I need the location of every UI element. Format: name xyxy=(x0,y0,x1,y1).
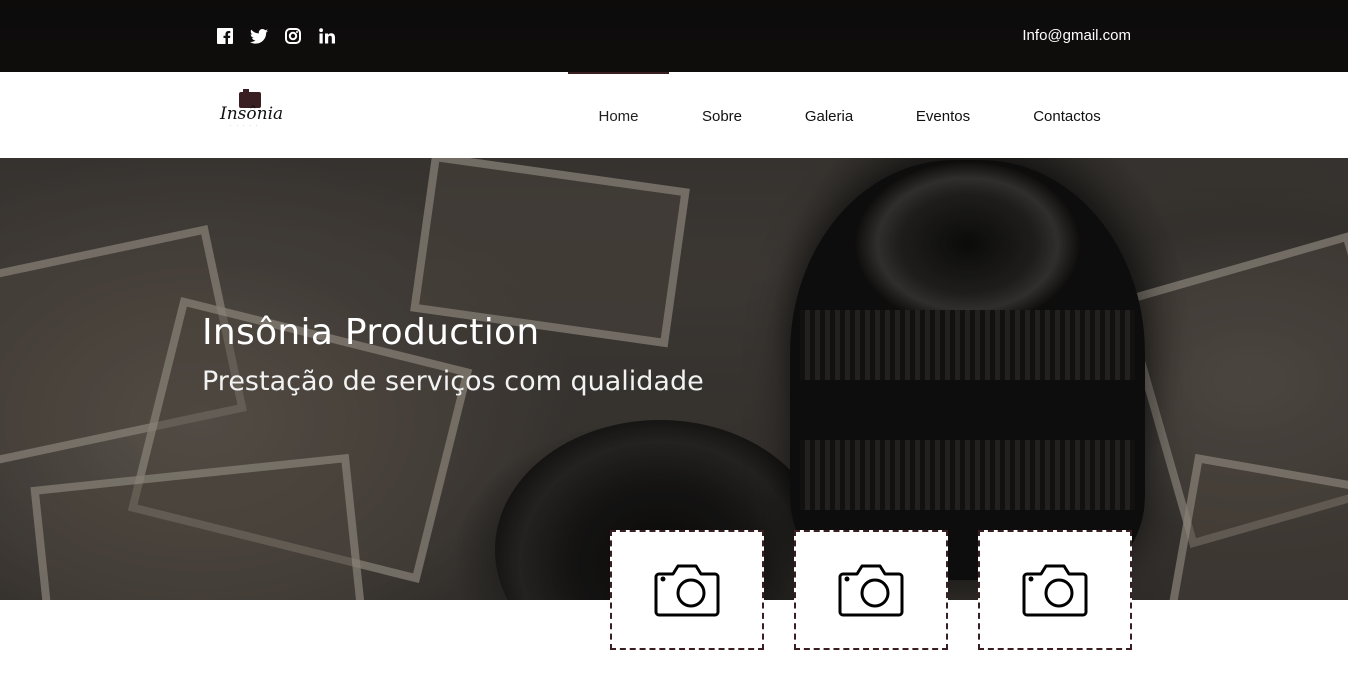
twitter-icon[interactable] xyxy=(250,27,268,45)
email-link[interactable]: Info@gmail.com xyxy=(1022,27,1131,44)
main-navbar: Insônia · · · · · Home Sobre Galeria Eve… xyxy=(0,72,1348,158)
facebook-icon[interactable] xyxy=(216,27,234,45)
camera-icon xyxy=(838,564,904,617)
nav-item-sobre[interactable]: Sobre xyxy=(669,72,775,158)
social-links xyxy=(216,27,336,45)
primary-nav: Home Sobre Galeria Eventos Contactos xyxy=(568,72,1131,158)
nav-item-galeria[interactable]: Galeria xyxy=(775,72,883,158)
linkedin-icon[interactable] xyxy=(318,27,336,45)
feature-boxes xyxy=(610,530,1132,650)
nav-item-contactos[interactable]: Contactos xyxy=(1003,72,1131,158)
logo-tagline-decoration: · · · · · xyxy=(230,123,260,128)
logo[interactable]: Insônia · · · · · xyxy=(218,89,288,130)
camera-icon xyxy=(654,564,720,617)
top-bar: Info@gmail.com xyxy=(0,0,1348,72)
camera-icon xyxy=(1022,564,1088,617)
feature-box[interactable] xyxy=(610,530,764,650)
hero-subtitle: Prestação de serviços com qualidade xyxy=(202,366,704,397)
logo-text: Insônia xyxy=(220,104,284,124)
feature-box[interactable] xyxy=(794,530,948,650)
nav-item-home[interactable]: Home xyxy=(568,72,669,158)
instagram-icon[interactable] xyxy=(284,27,302,45)
nav-item-eventos[interactable]: Eventos xyxy=(883,72,1003,158)
hero-title: Insônia Production xyxy=(202,312,540,353)
feature-box[interactable] xyxy=(978,530,1132,650)
